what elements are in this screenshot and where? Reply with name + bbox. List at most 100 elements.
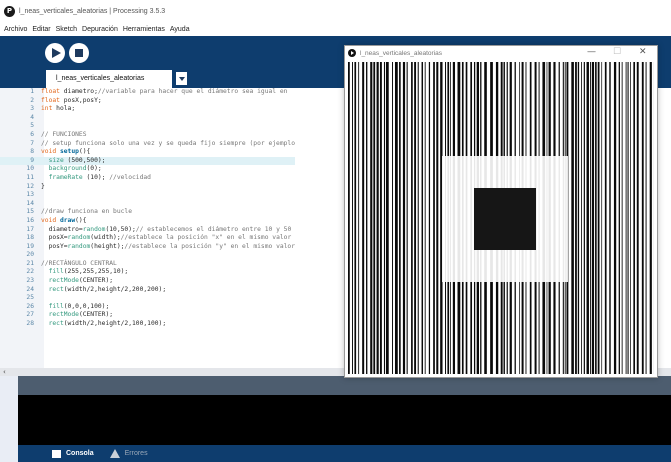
code-line[interactable]: 21 //RECTÁNGULO CENTRAL [0, 260, 295, 269]
line-number: 13 [26, 191, 34, 199]
warning-icon [109, 449, 120, 458]
vertical-line [417, 62, 419, 374]
menu-ayuda[interactable]: Ayuda [170, 26, 190, 33]
code-line[interactable]: 27 rectMode(CENTER); [0, 311, 295, 320]
code-text: rectMode(CENTER); [48, 277, 114, 285]
code-lines: 1 float diametro;//variable para hacer qu… [0, 88, 296, 329]
processing-run-icon [348, 49, 356, 57]
code-text: size (500,500); [48, 156, 106, 164]
sketch-canvas [348, 62, 657, 374]
vertical-line [406, 62, 408, 374]
ide-window-title: l_neas_verticales_aleatorias | Processin… [19, 7, 166, 15]
menu-editar[interactable]: Editar [32, 26, 50, 33]
code-text: // setup funciona solo una vez y se qued… [41, 139, 296, 147]
code-line[interactable]: 14 [0, 200, 295, 209]
code-text: } [41, 182, 45, 190]
vertical-line [392, 62, 394, 374]
code-line[interactable]: 13 [0, 191, 295, 200]
code-line[interactable]: 26 fill(0,0,0,100); [0, 303, 295, 312]
close-button[interactable]: ✕ [639, 47, 647, 57]
vertical-line [402, 62, 406, 374]
code-line[interactable]: 22 fill(255,255,255,10); [0, 268, 295, 277]
code-line[interactable]: 16 void draw(){ [0, 217, 295, 226]
vertical-line [428, 62, 431, 374]
code-line[interactable]: 3 int hola; [0, 105, 295, 114]
menu-sketch[interactable]: Sketch [56, 26, 77, 33]
code-line[interactable]: 24 rect(width/2,height/2,200,200); [0, 286, 295, 295]
code-line[interactable]: 1 float diametro;//variable para hacer qu… [0, 88, 295, 97]
vertical-line [621, 62, 623, 374]
menu-depuracion[interactable]: Depuración [82, 26, 118, 33]
code-text: float posX,posY; [41, 96, 102, 104]
line-number: 4 [30, 113, 34, 121]
stop-button[interactable] [69, 43, 89, 63]
line-number: 21 [26, 259, 34, 267]
code-text: //draw funciona en bucle [41, 208, 132, 216]
vertical-line [571, 62, 574, 374]
code-line[interactable]: 19 posY=random(height);//establece la po… [0, 243, 295, 252]
vertical-line [625, 62, 627, 374]
tab-console[interactable]: Consola [52, 449, 94, 458]
code-line[interactable]: 20 [0, 251, 295, 260]
scroll-left-arrow-icon[interactable]: ‹ [3, 368, 6, 376]
code-text: float diametro;//variable para hacer que… [41, 88, 292, 95]
code-text: // FUNCIONES [41, 130, 87, 138]
line-number: 15 [26, 208, 34, 216]
vertical-line [354, 62, 357, 374]
minimize-button[interactable]: — [587, 47, 596, 57]
vertical-line [575, 62, 577, 374]
code-line[interactable]: 28 rect(width/2,height/2,100,100); [0, 320, 295, 329]
code-line[interactable]: 9 size (500,500); [0, 156, 296, 166]
code-line[interactable]: 7 // setup funciona solo una vez y se que… [0, 140, 295, 149]
code-line[interactable]: 17 diametro=random(10,50);// establecemo… [0, 226, 295, 235]
line-number: 16 [26, 216, 34, 224]
code-text: background(0); [48, 165, 102, 173]
vertical-line [385, 62, 389, 374]
vertical-line [591, 62, 595, 374]
code-line[interactable]: 5 [0, 122, 295, 131]
vertical-line [399, 62, 401, 374]
vertical-line [433, 62, 435, 374]
vertical-line [618, 62, 620, 374]
vertical-line [601, 62, 603, 374]
code-line[interactable]: 18 posX=random(width);//establece la pos… [0, 234, 295, 243]
vertical-line [373, 62, 376, 374]
console-output[interactable] [18, 395, 671, 445]
tab-menu-chevron-down-icon[interactable] [176, 72, 187, 85]
vertical-line [604, 62, 607, 374]
line-number: 11 [26, 173, 34, 181]
code-text: void setup(){ [41, 148, 91, 156]
code-line[interactable]: 6 // FUNCIONES [0, 131, 295, 140]
vertical-line [379, 62, 382, 374]
code-text: frameRate (10); //velocidad [48, 173, 151, 181]
vertical-line [370, 62, 373, 374]
code-line[interactable]: 15 //draw funciona en bucle [0, 208, 295, 217]
vertical-line [645, 62, 647, 374]
code-line[interactable]: 2 float posX,posY; [0, 97, 295, 106]
code-line[interactable]: 11 frameRate (10); //velocidad [0, 174, 295, 183]
maximize-button[interactable]: ☐ [613, 47, 621, 57]
code-line[interactable]: 8 void setup(){ [0, 148, 295, 157]
code-line[interactable]: 25 [0, 294, 295, 303]
tab-errors[interactable]: Errores [109, 449, 148, 458]
code-text: fill(255,255,255,10); [48, 268, 129, 276]
vertical-line [597, 62, 600, 374]
vertical-line [358, 62, 360, 374]
sketch-titlebar[interactable]: l_neas_verticales_aleatorias [345, 46, 657, 60]
code-line[interactable]: 23 rectMode(CENTER); [0, 277, 295, 286]
menu-herramientas[interactable]: Herramientas [123, 26, 165, 33]
line-number: 17 [26, 225, 34, 233]
code-line[interactable]: 10 background(0); [0, 165, 295, 174]
menu-archivo[interactable]: Archivo [4, 26, 27, 33]
vertical-line [583, 62, 585, 374]
code-line[interactable]: 4 [0, 114, 295, 123]
vertical-line [595, 62, 597, 374]
vertical-line [421, 62, 424, 374]
run-button[interactable] [45, 43, 65, 63]
console-icon [52, 449, 61, 458]
console-tabs-bar: Consola Errores [18, 445, 671, 462]
vertical-line [581, 62, 583, 374]
tab-sketch[interactable]: l_neas_verticales_aleatorias [46, 70, 172, 88]
code-line[interactable]: 12} [0, 183, 295, 192]
tab-errors-label: Errores [124, 450, 148, 457]
